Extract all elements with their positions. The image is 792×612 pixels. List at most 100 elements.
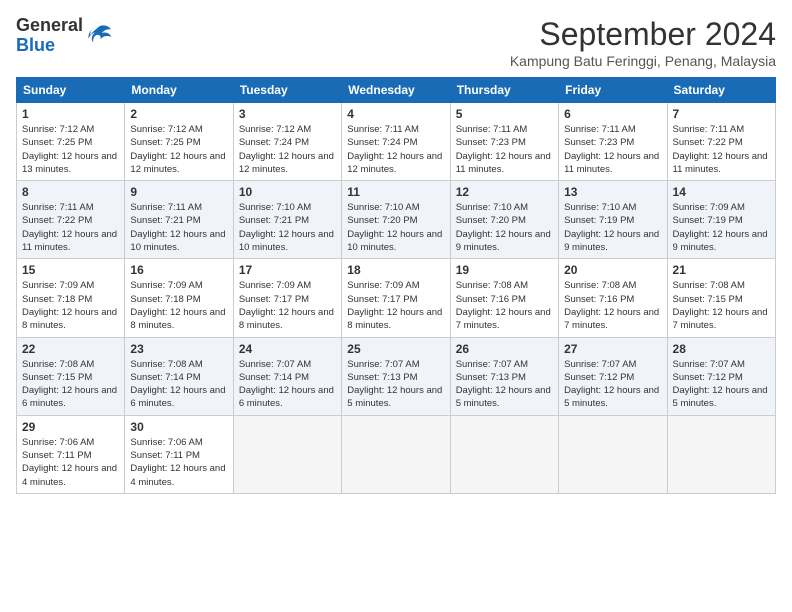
calendar-day-cell: 22 Sunrise: 7:08 AMSunset: 7:15 PMDayligh… (17, 337, 125, 415)
day-number: 18 (347, 263, 444, 277)
day-info: Sunrise: 7:08 AMSunset: 7:15 PMDaylight:… (673, 279, 770, 332)
day-info: Sunrise: 7:10 AMSunset: 7:20 PMDaylight:… (456, 201, 553, 254)
calendar-day-cell: 19 Sunrise: 7:08 AMSunset: 7:16 PMDayligh… (450, 259, 558, 337)
calendar-day-cell (667, 415, 775, 493)
calendar-day-cell (559, 415, 667, 493)
calendar-day-cell: 29 Sunrise: 7:06 AMSunset: 7:11 PMDayligh… (17, 415, 125, 493)
day-number: 4 (347, 107, 444, 121)
calendar-week-row: 1 Sunrise: 7:12 AMSunset: 7:25 PMDaylight… (17, 103, 776, 181)
day-number: 2 (130, 107, 227, 121)
day-number: 30 (130, 420, 227, 434)
calendar-week-row: 8 Sunrise: 7:11 AMSunset: 7:22 PMDaylight… (17, 181, 776, 259)
calendar-week-row: 29 Sunrise: 7:06 AMSunset: 7:11 PMDayligh… (17, 415, 776, 493)
day-info: Sunrise: 7:07 AMSunset: 7:13 PMDaylight:… (347, 358, 444, 411)
day-info: Sunrise: 7:11 AMSunset: 7:22 PMDaylight:… (22, 201, 119, 254)
day-number: 16 (130, 263, 227, 277)
calendar-day-cell: 2 Sunrise: 7:12 AMSunset: 7:25 PMDaylight… (125, 103, 233, 181)
day-number: 11 (347, 185, 444, 199)
calendar-day-cell: 7 Sunrise: 7:11 AMSunset: 7:22 PMDaylight… (667, 103, 775, 181)
day-info: Sunrise: 7:06 AMSunset: 7:11 PMDaylight:… (22, 436, 119, 489)
calendar-day-cell: 5 Sunrise: 7:11 AMSunset: 7:23 PMDaylight… (450, 103, 558, 181)
calendar-day-cell: 9 Sunrise: 7:11 AMSunset: 7:21 PMDaylight… (125, 181, 233, 259)
day-number: 8 (22, 185, 119, 199)
day-header-thursday: Thursday (450, 78, 558, 103)
calendar-day-cell: 10 Sunrise: 7:10 AMSunset: 7:21 PMDayligh… (233, 181, 341, 259)
day-number: 22 (22, 342, 119, 356)
day-info: Sunrise: 7:08 AMSunset: 7:15 PMDaylight:… (22, 358, 119, 411)
day-info: Sunrise: 7:07 AMSunset: 7:14 PMDaylight:… (239, 358, 336, 411)
day-header-tuesday: Tuesday (233, 78, 341, 103)
day-info: Sunrise: 7:08 AMSunset: 7:14 PMDaylight:… (130, 358, 227, 411)
day-info: Sunrise: 7:11 AMSunset: 7:21 PMDaylight:… (130, 201, 227, 254)
calendar-day-cell: 15 Sunrise: 7:09 AMSunset: 7:18 PMDayligh… (17, 259, 125, 337)
day-info: Sunrise: 7:12 AMSunset: 7:25 PMDaylight:… (130, 123, 227, 176)
day-number: 29 (22, 420, 119, 434)
calendar-day-cell: 17Sunrise: 7:09 AMSunset: 7:17 PMDayligh… (233, 259, 341, 337)
day-number: 6 (564, 107, 661, 121)
day-number: 15 (22, 263, 119, 277)
day-number: 25 (347, 342, 444, 356)
day-info: Sunrise: 7:10 AMSunset: 7:19 PMDaylight:… (564, 201, 661, 254)
day-number: 12 (456, 185, 553, 199)
day-info: Sunrise: 7:11 AMSunset: 7:24 PMDaylight:… (347, 123, 444, 176)
day-info: Sunrise: 7:10 AMSunset: 7:21 PMDaylight:… (239, 201, 336, 254)
day-info: Sunrise: 7:07 AMSunset: 7:13 PMDaylight:… (456, 358, 553, 411)
day-number: 10 (239, 185, 336, 199)
day-number: 19 (456, 263, 553, 277)
day-info: Sunrise: 7:06 AMSunset: 7:11 PMDaylight:… (130, 436, 227, 489)
day-number: 1 (22, 107, 119, 121)
day-number: 27 (564, 342, 661, 356)
title-block: September 2024 Kampung Batu Feringgi, Pe… (510, 16, 776, 69)
day-info: Sunrise: 7:08 AMSunset: 7:16 PMDaylight:… (456, 279, 553, 332)
calendar-day-cell: 13 Sunrise: 7:10 AMSunset: 7:19 PMDayligh… (559, 181, 667, 259)
calendar-week-row: 15 Sunrise: 7:09 AMSunset: 7:18 PMDayligh… (17, 259, 776, 337)
day-number: 24 (239, 342, 336, 356)
calendar-table: SundayMondayTuesdayWednesdayThursdayFrid… (16, 77, 776, 494)
calendar-day-cell (450, 415, 558, 493)
day-number: 3 (239, 107, 336, 121)
day-header-monday: Monday (125, 78, 233, 103)
calendar-day-cell: 30 Sunrise: 7:06 AMSunset: 7:11 PMDayligh… (125, 415, 233, 493)
calendar-day-cell: 1Sunrise: 7:12 AMSunset: 7:25 PMDaylight… (17, 103, 125, 181)
calendar-day-cell: 12 Sunrise: 7:10 AMSunset: 7:20 PMDayligh… (450, 181, 558, 259)
logo-text: General Blue (16, 16, 83, 56)
day-info: Sunrise: 7:09 AMSunset: 7:18 PMDaylight:… (22, 279, 119, 332)
logo-bird-icon (85, 22, 113, 50)
day-info: Sunrise: 7:08 AMSunset: 7:16 PMDaylight:… (564, 279, 661, 332)
day-info: Sunrise: 7:11 AMSunset: 7:23 PMDaylight:… (564, 123, 661, 176)
day-number: 9 (130, 185, 227, 199)
day-number: 17 (239, 263, 336, 277)
day-info: Sunrise: 7:09 AMSunset: 7:17 PMDaylight:… (347, 279, 444, 332)
calendar-day-cell (233, 415, 341, 493)
day-number: 7 (673, 107, 770, 121)
day-info: Sunrise: 7:10 AMSunset: 7:20 PMDaylight:… (347, 201, 444, 254)
day-info: Sunrise: 7:11 AMSunset: 7:23 PMDaylight:… (456, 123, 553, 176)
month-year-title: September 2024 (510, 16, 776, 53)
calendar-week-row: 22 Sunrise: 7:08 AMSunset: 7:15 PMDayligh… (17, 337, 776, 415)
calendar-day-cell: 4 Sunrise: 7:11 AMSunset: 7:24 PMDaylight… (342, 103, 450, 181)
day-number: 13 (564, 185, 661, 199)
day-number: 26 (456, 342, 553, 356)
day-info: Sunrise: 7:09 AMSunset: 7:19 PMDaylight:… (673, 201, 770, 254)
day-header-sunday: Sunday (17, 78, 125, 103)
day-info: Sunrise: 7:12 AMSunset: 7:24 PMDaylight:… (239, 123, 336, 176)
day-number: 28 (673, 342, 770, 356)
calendar-day-cell: 26 Sunrise: 7:07 AMSunset: 7:13 PMDayligh… (450, 337, 558, 415)
calendar-day-cell: 18 Sunrise: 7:09 AMSunset: 7:17 PMDayligh… (342, 259, 450, 337)
logo: General Blue (16, 16, 113, 56)
calendar-day-cell: 27Sunrise: 7:07 AMSunset: 7:12 PMDayligh… (559, 337, 667, 415)
calendar-day-cell: 3 Sunrise: 7:12 AMSunset: 7:24 PMDaylight… (233, 103, 341, 181)
calendar-day-cell: 14Sunrise: 7:09 AMSunset: 7:19 PMDayligh… (667, 181, 775, 259)
day-number: 23 (130, 342, 227, 356)
day-info: Sunrise: 7:11 AMSunset: 7:22 PMDaylight:… (673, 123, 770, 176)
day-header-friday: Friday (559, 78, 667, 103)
day-info: Sunrise: 7:07 AMSunset: 7:12 PMDaylight:… (673, 358, 770, 411)
calendar-day-cell: 11 Sunrise: 7:10 AMSunset: 7:20 PMDayligh… (342, 181, 450, 259)
day-number: 5 (456, 107, 553, 121)
calendar-day-cell: 8 Sunrise: 7:11 AMSunset: 7:22 PMDaylight… (17, 181, 125, 259)
calendar-day-cell: 28 Sunrise: 7:07 AMSunset: 7:12 PMDayligh… (667, 337, 775, 415)
day-number: 20 (564, 263, 661, 277)
location-subtitle: Kampung Batu Feringgi, Penang, Malaysia (510, 53, 776, 69)
day-info: Sunrise: 7:09 AMSunset: 7:18 PMDaylight:… (130, 279, 227, 332)
day-number: 21 (673, 263, 770, 277)
